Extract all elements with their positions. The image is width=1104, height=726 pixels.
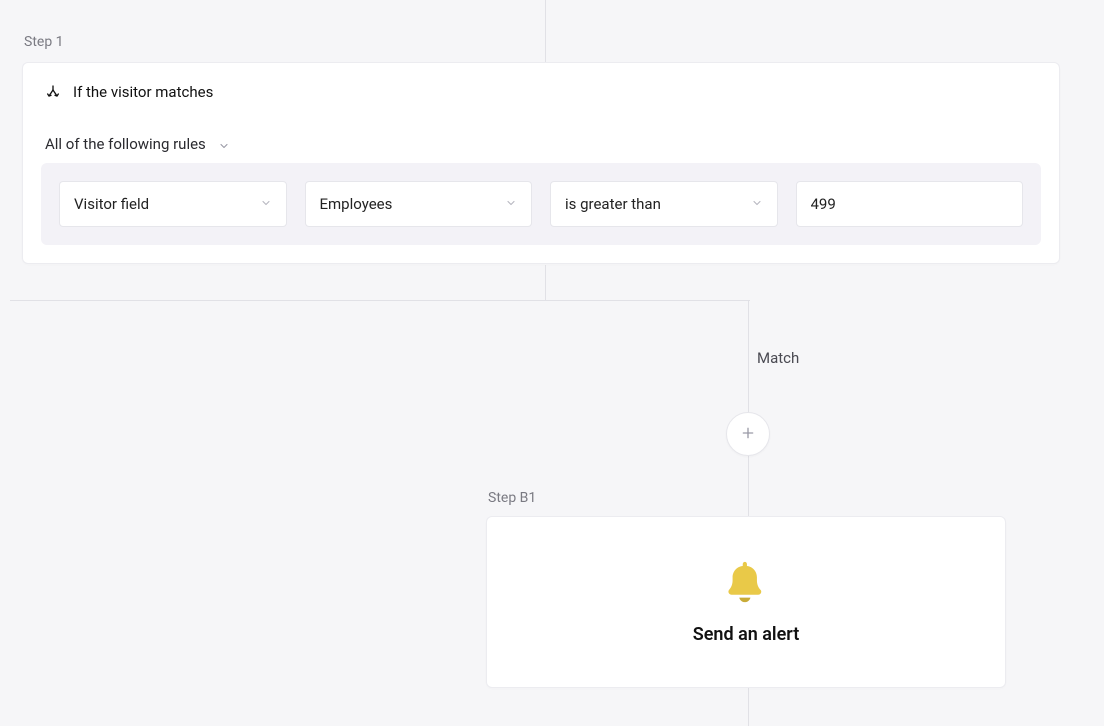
rules-mode-row[interactable]: All of the following rules — [23, 121, 1059, 153]
connector-right-branch-vertical — [748, 300, 749, 516]
plus-icon — [740, 422, 756, 446]
rule-field-value: Employees — [320, 195, 393, 213]
connector-top-vertical — [545, 0, 546, 62]
rule-operator-value: is greater than — [565, 195, 661, 213]
connector-below-stepb1 — [748, 688, 749, 726]
stepb1-title: Send an alert — [693, 624, 800, 645]
rule-operator-select[interactable]: is greater than — [550, 181, 778, 227]
branch-match-label: Match — [757, 349, 799, 367]
step1-card: If the visitor matches All of the follow… — [22, 62, 1060, 264]
split-icon — [45, 84, 61, 100]
rule-field-select[interactable]: Employees — [305, 181, 533, 227]
add-step-button[interactable] — [726, 412, 770, 456]
stepb1-label: Step B1 — [488, 490, 536, 506]
rule-value-input[interactable] — [796, 181, 1024, 227]
chevron-down-icon — [505, 195, 517, 213]
connector-split-horizontal — [10, 300, 750, 301]
connector-step1-down — [545, 265, 546, 300]
rule-value-field[interactable] — [811, 195, 1009, 213]
step1-label: Step 1 — [24, 34, 64, 50]
bell-icon — [723, 560, 769, 606]
stepb1-card[interactable]: Send an alert — [486, 516, 1006, 688]
rules-mode-label: All of the following rules — [45, 135, 206, 153]
chevron-down-icon — [751, 195, 763, 213]
rule-type-value: Visitor field — [74, 195, 149, 213]
rule-type-select[interactable]: Visitor field — [59, 181, 287, 227]
rule-row: Visitor field Employees is greater than — [41, 163, 1041, 245]
chevron-down-icon — [218, 138, 230, 150]
chevron-down-icon — [260, 195, 272, 213]
step1-header-text: If the visitor matches — [73, 83, 213, 101]
step1-header: If the visitor matches — [23, 63, 1059, 121]
